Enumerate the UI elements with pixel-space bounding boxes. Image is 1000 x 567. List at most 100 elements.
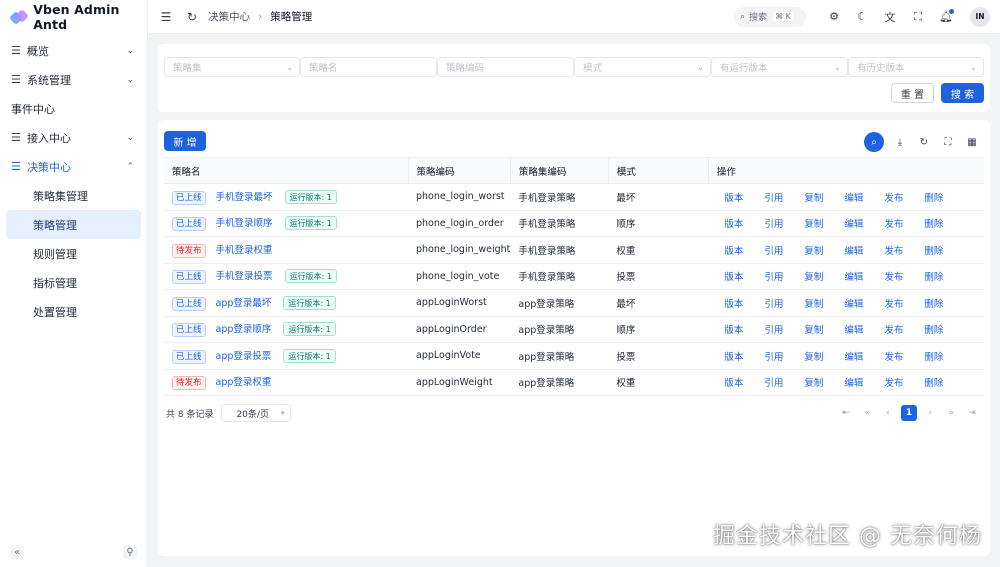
action-link[interactable]: 复制 <box>796 296 836 310</box>
mode-select[interactable]: 模式 ⌄ <box>574 57 711 77</box>
action-link[interactable]: 发布 <box>876 322 916 336</box>
action-link[interactable]: 引用 <box>756 296 796 310</box>
action-link[interactable]: 版本 <box>716 243 756 257</box>
breadcrumb-item[interactable]: 决策中心 <box>208 9 250 24</box>
collapse-icon[interactable]: « <box>10 545 24 559</box>
action-link[interactable]: 引用 <box>756 375 796 389</box>
action-link[interactable]: 版本 <box>716 349 756 363</box>
app-logo[interactable]: Vben Admin Antd <box>0 0 147 34</box>
sidebar-subitem-metrics[interactable]: 指标管理 <box>6 268 141 297</box>
action-link[interactable]: 版本 <box>716 375 756 389</box>
running-version-select[interactable]: 有运行版本 ⌄ <box>711 57 848 77</box>
action-link[interactable]: 引用 <box>756 349 796 363</box>
action-link[interactable]: 删除 <box>916 269 956 283</box>
jump-next-icon[interactable]: » <box>943 405 959 421</box>
action-link[interactable]: 引用 <box>756 216 796 230</box>
action-link[interactable]: 引用 <box>756 190 796 204</box>
action-link[interactable]: 删除 <box>916 322 956 336</box>
action-link[interactable]: 编辑 <box>836 243 876 257</box>
action-link[interactable]: 版本 <box>716 322 756 336</box>
strategy-set-select[interactable]: 策略集 ⌄ <box>164 57 300 77</box>
sidebar-subitem-rules[interactable]: 规则管理 <box>6 239 141 268</box>
action-link[interactable]: 版本 <box>716 190 756 204</box>
action-link[interactable]: 发布 <box>876 269 916 283</box>
fullscreen-icon[interactable]: ⛶ <box>940 134 956 150</box>
action-link[interactable]: 编辑 <box>836 349 876 363</box>
action-link[interactable]: 发布 <box>876 296 916 310</box>
add-button[interactable]: 新 增 <box>164 131 206 151</box>
sidebar-item-access[interactable]: ☰ 接入中心 ⌄ <box>0 123 147 152</box>
action-link[interactable]: 编辑 <box>836 296 876 310</box>
action-link[interactable]: 删除 <box>916 243 956 257</box>
action-link[interactable]: 复制 <box>796 349 836 363</box>
sidebar-subitem-disposal[interactable]: 处置管理 <box>6 297 141 326</box>
history-version-select[interactable]: 有历史版本 ⌄ <box>848 57 984 77</box>
action-link[interactable]: 发布 <box>876 243 916 257</box>
search-button[interactable]: 搜 索 <box>941 83 984 103</box>
jump-prev-icon[interactable]: « <box>859 405 875 421</box>
action-link[interactable]: 删除 <box>916 349 956 363</box>
action-link[interactable]: 编辑 <box>836 190 876 204</box>
sidebar-item-system[interactable]: ☰ 系统管理 ⌄ <box>0 65 147 94</box>
strategy-name-link[interactable]: app登录顺序 <box>216 324 272 335</box>
refresh-icon[interactable]: ↻ <box>184 10 200 24</box>
fullscreen-icon[interactable]: ⛶ <box>910 9 926 25</box>
strategy-name-link[interactable]: 手机登录顺序 <box>216 218 273 229</box>
next-page-icon[interactable]: › <box>922 405 938 421</box>
action-link[interactable]: 复制 <box>796 322 836 336</box>
action-link[interactable]: 复制 <box>796 375 836 389</box>
action-link[interactable]: 编辑 <box>836 269 876 283</box>
action-link[interactable]: 版本 <box>716 296 756 310</box>
first-page-icon[interactable]: ⇤ <box>838 405 854 421</box>
strategy-name-link[interactable]: 手机登录权重 <box>216 245 273 256</box>
column-settings-icon[interactable]: ▦ <box>964 134 980 150</box>
strategy-name-link[interactable]: app登录权重 <box>216 377 272 388</box>
action-link[interactable]: 发布 <box>876 349 916 363</box>
action-link[interactable]: 版本 <box>716 216 756 230</box>
action-link[interactable]: 引用 <box>756 322 796 336</box>
action-link[interactable]: 删除 <box>916 190 956 204</box>
sidebar-subitem-strategy-set[interactable]: 策略集管理 <box>6 181 141 210</box>
reset-button[interactable]: 重 置 <box>891 83 934 103</box>
action-link[interactable]: 删除 <box>916 375 956 389</box>
action-link[interactable]: 复制 <box>796 269 836 283</box>
action-link[interactable]: 引用 <box>756 243 796 257</box>
action-link[interactable]: 复制 <box>796 216 836 230</box>
last-page-icon[interactable]: ⇥ <box>964 405 980 421</box>
action-link[interactable]: 删除 <box>916 216 956 230</box>
global-search[interactable]: ⌕ 搜索 ⌘ K <box>734 6 806 27</box>
download-icon[interactable]: ⤓ <box>892 134 908 150</box>
prev-page-icon[interactable]: ‹ <box>880 405 896 421</box>
action-link[interactable]: 引用 <box>756 269 796 283</box>
action-link[interactable]: 发布 <box>876 375 916 389</box>
action-link[interactable]: 复制 <box>796 190 836 204</box>
sidebar-item-decision[interactable]: ☰ 决策中心 ⌃ <box>0 152 147 181</box>
strategy-code-input[interactable]: 策略编码 <box>437 57 574 77</box>
page-size-select[interactable]: 20条/页 ▾ <box>221 404 292 422</box>
action-link[interactable]: 删除 <box>916 296 956 310</box>
action-link[interactable]: 发布 <box>876 190 916 204</box>
action-link[interactable]: 版本 <box>716 269 756 283</box>
strategy-name-link[interactable]: app登录投票 <box>216 351 272 362</box>
action-link[interactable]: 复制 <box>796 243 836 257</box>
settings-icon[interactable]: ⚙ <box>826 9 842 25</box>
sidebar-item-overview[interactable]: ☰ 概览 ⌄ <box>0 36 147 65</box>
avatar[interactable]: IN <box>970 6 990 27</box>
action-link[interactable]: 编辑 <box>836 375 876 389</box>
language-icon[interactable]: 文 <box>882 9 898 25</box>
theme-moon-icon[interactable]: ☾ <box>854 9 870 25</box>
action-link[interactable]: 编辑 <box>836 322 876 336</box>
strategy-name-link[interactable]: app登录最坏 <box>216 298 272 309</box>
pin-icon[interactable]: ⚲ <box>123 545 137 559</box>
sidebar-subitem-strategy[interactable]: 策略管理 <box>6 210 141 239</box>
notification-bell-icon[interactable]: 🔔︎ <box>938 8 954 25</box>
search-icon[interactable]: ⌕ <box>864 132 884 152</box>
strategy-name-input[interactable]: 策略名 <box>300 57 437 77</box>
strategy-name-link[interactable]: 手机登录投票 <box>216 271 273 282</box>
action-link[interactable]: 发布 <box>876 216 916 230</box>
strategy-name-link[interactable]: 手机登录最坏 <box>216 192 273 203</box>
sidebar-item-events[interactable]: 事件中心 <box>0 94 147 123</box>
refresh-icon[interactable]: ↻ <box>916 134 932 150</box>
current-page[interactable]: 1 <box>901 405 917 421</box>
menu-toggle-icon[interactable]: ☰ <box>158 10 174 24</box>
